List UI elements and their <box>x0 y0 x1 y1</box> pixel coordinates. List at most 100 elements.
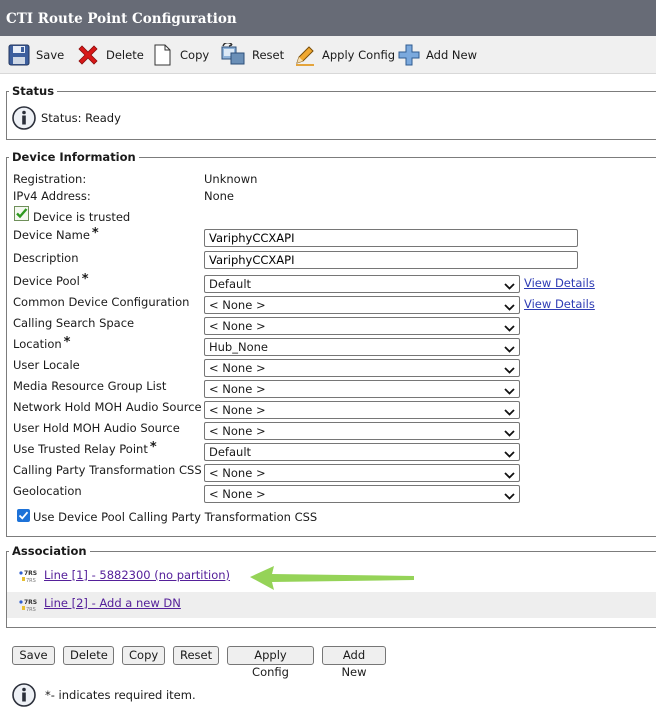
phone-line-icon: 7RS 7RS <box>19 569 41 584</box>
use-trusted-relay-point-select[interactable]: Default <box>204 443 520 461</box>
geolocation-label: Geolocation <box>13 484 82 498</box>
media-resource-group-list-select[interactable]: < None > <box>204 380 520 398</box>
description-label: Description <box>13 251 79 265</box>
required-asterisk: * <box>81 272 89 287</box>
info-icon <box>12 106 36 133</box>
ipv4-label: IPv4 Address: <box>13 189 91 203</box>
device-name-label: Device Name * <box>13 226 99 242</box>
network-hold-moh-audio-source-selected-value: < None > <box>209 403 266 417</box>
use-trusted-relay-point-selected-value: Default <box>209 445 252 459</box>
svg-text:7RS: 7RS <box>24 599 37 606</box>
media-resource-group-list-selected-value: < None > <box>209 382 266 396</box>
reset-button[interactable]: Reset <box>173 646 219 665</box>
calling-party-transformation-css-select[interactable]: < None > <box>204 464 520 482</box>
reset-icon <box>220 43 246 67</box>
status-legend: Status <box>12 84 55 98</box>
toolbar-delete-label: Delete <box>106 48 144 62</box>
association-line-2-link[interactable]: Line [2] - Add a new DN <box>44 596 181 610</box>
toolbar: Save Delete Copy Reset Apply Config Add … <box>0 36 656 74</box>
required-asterisk: * <box>149 440 157 455</box>
required-asterisk: * <box>91 226 99 241</box>
green-arrow-annotation <box>244 563 418 596</box>
location-selected-value: Hub_None <box>209 340 268 354</box>
delete-button[interactable]: Delete <box>63 646 114 665</box>
user-hold-moh-audio-source-select[interactable]: < None > <box>204 422 520 440</box>
user-locale-label: User Locale <box>13 358 80 372</box>
location-select[interactable]: Hub_None <box>204 338 520 356</box>
toolbar-reset-label: Reset <box>252 48 285 62</box>
calling-party-transformation-css-label: Calling Party Transformation CSS <box>13 463 202 477</box>
common-device-configuration-select[interactable]: < None > <box>204 296 520 314</box>
save-icon <box>8 44 30 66</box>
toolbar-save-label: Save <box>36 48 65 62</box>
geolocation-selected-value: < None > <box>209 487 266 501</box>
user-hold-moh-audio-source-label: User Hold MOH Audio Source <box>13 421 180 435</box>
required-asterisk: * <box>63 335 71 350</box>
toolbar-apply-config-label: Apply Config <box>322 48 396 62</box>
calling-search-space-selected-value: < None > <box>209 319 266 333</box>
calling-search-space-select[interactable]: < None > <box>204 317 520 335</box>
svg-text:7RS: 7RS <box>26 578 36 583</box>
common-device-configuration-label: Common Device Configuration <box>13 295 190 309</box>
chevron-down-icon <box>504 300 515 316</box>
user-locale-select[interactable]: < None > <box>204 359 520 377</box>
registration-label: Registration: <box>13 172 87 186</box>
chevron-down-icon <box>504 405 515 421</box>
association-legend: Association <box>12 544 87 558</box>
toolbar-reset-button[interactable]: Reset <box>220 36 284 74</box>
toolbar-copy-label: Copy <box>180 48 210 62</box>
toolbar-add-new-button[interactable]: Add New <box>398 36 477 74</box>
window-title: CTI Route Point Configuration <box>0 0 656 36</box>
use-device-pool-css-checkbox[interactable] <box>17 509 30 522</box>
chevron-down-icon <box>504 468 515 484</box>
device-pool-selected-value: Default <box>209 277 252 291</box>
association-line-1-link[interactable]: Line [1] - 5882300 (no partition) <box>44 568 230 582</box>
location-label: Location * <box>13 335 71 351</box>
toolbar-save-button[interactable]: Save <box>8 36 64 74</box>
copy-button[interactable]: Copy <box>122 646 165 665</box>
device-information-legend: Device Information <box>12 150 136 164</box>
trusted-check-icon <box>14 206 29 221</box>
chevron-down-icon <box>504 363 515 379</box>
use-trusted-relay-point-label: Use Trusted Relay Point * <box>13 440 157 456</box>
save-button[interactable]: Save <box>12 646 55 665</box>
toolbar-copy-button[interactable]: Copy <box>152 36 209 74</box>
toolbar-add-new-label: Add New <box>426 48 478 62</box>
device-pool-label: Device Pool * <box>13 272 89 288</box>
registration-value: Unknown <box>204 172 258 186</box>
chevron-down-icon <box>504 426 515 442</box>
trusted-label: Device is trusted <box>33 210 131 224</box>
common-device-configuration-view-details-link[interactable]: View Details <box>524 297 595 311</box>
copy-icon <box>152 44 174 66</box>
device-pool-view-details-link[interactable]: View Details <box>524 276 595 290</box>
chevron-down-icon <box>504 321 515 337</box>
delete-icon <box>76 43 100 67</box>
device-name-input[interactable] <box>204 229 578 247</box>
pencil-icon <box>294 44 316 66</box>
common-device-configuration-selected-value: < None > <box>209 298 266 312</box>
chevron-down-icon <box>504 279 515 295</box>
chevron-down-icon <box>504 384 515 400</box>
phone-line-icon: 7RS 7RS <box>19 598 41 613</box>
toolbar-delete-button[interactable]: Delete <box>76 36 144 74</box>
ipv4-value: None <box>204 189 235 203</box>
chevron-down-icon <box>504 447 515 463</box>
chevron-down-icon <box>504 489 515 505</box>
chevron-down-icon <box>504 342 515 358</box>
geolocation-select[interactable]: < None > <box>204 485 520 503</box>
network-hold-moh-audio-source-select[interactable]: < None > <box>204 401 520 419</box>
device-pool-select[interactable]: Default <box>204 275 520 293</box>
description-input[interactable] <box>204 251 578 269</box>
footer-info-icon <box>12 683 36 710</box>
calling-search-space-label: Calling Search Space <box>13 316 135 330</box>
add-new-button[interactable]: Add New <box>322 646 386 679</box>
use-device-pool-css-label: Use Device Pool Calling Party Transforma… <box>33 510 318 524</box>
apply-config-button[interactable]: Apply Config <box>227 646 314 679</box>
add-plus-icon <box>398 44 420 66</box>
svg-text:7RS: 7RS <box>26 607 36 612</box>
svg-text:7RS: 7RS <box>24 570 37 577</box>
user-hold-moh-audio-source-selected-value: < None > <box>209 424 266 438</box>
media-resource-group-list-label: Media Resource Group List <box>13 379 167 393</box>
toolbar-apply-config-button[interactable]: Apply Config <box>294 36 395 74</box>
status-text: Status: Ready <box>41 111 121 125</box>
